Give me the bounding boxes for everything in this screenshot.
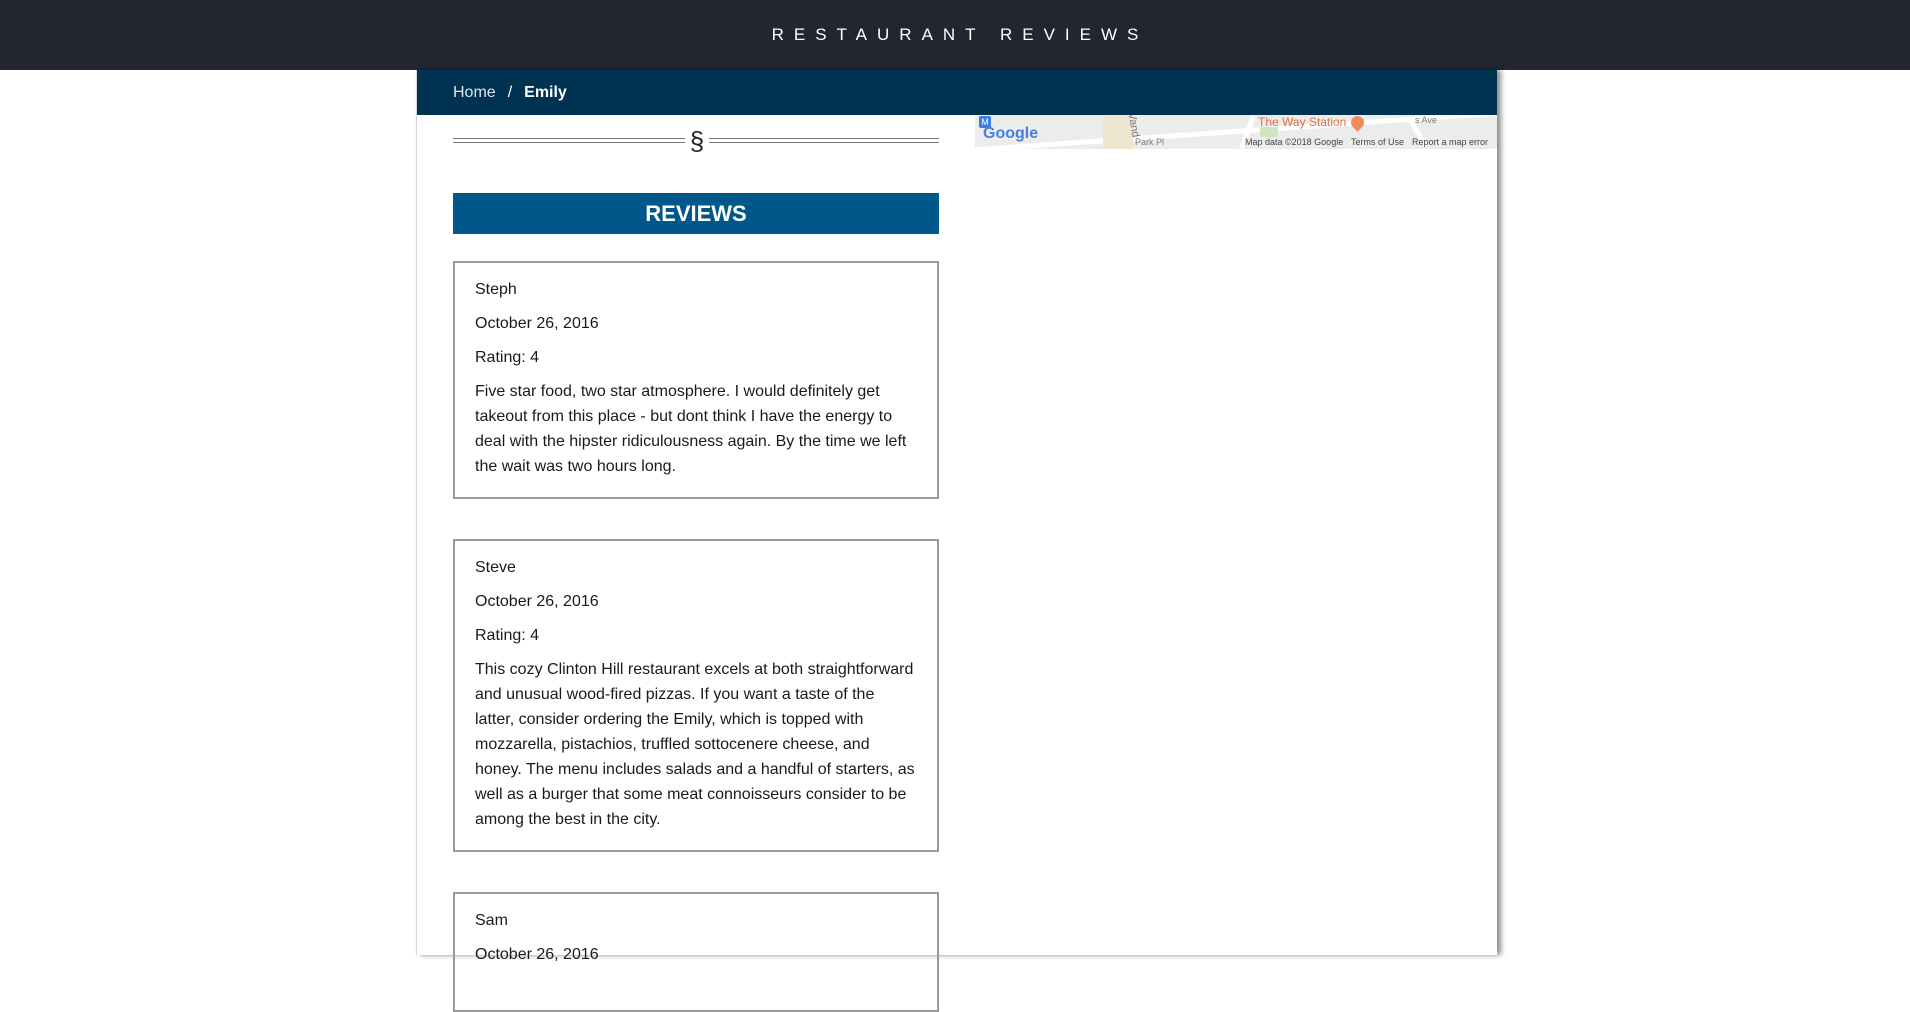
review-date: October 26, 2016 (475, 593, 599, 610)
map-poi-label[interactable]: The Way Station (1258, 115, 1346, 129)
review-author: Sam (475, 912, 508, 929)
review-comments: Five star food, two star atmosphere. I w… (475, 383, 907, 475)
map-street-label: s Ave (1415, 115, 1437, 125)
site-header: RESTAURANT REVIEWS (0, 0, 1910, 70)
review-date: October 26, 2016 (475, 315, 599, 332)
map-street-label: Park Pl (1135, 137, 1165, 147)
google-logo: Google (983, 125, 1039, 142)
review-comments: This cozy Clinton Hill restaurant excels… (475, 661, 915, 828)
review-card: Steph October 26, 2016 Rating: 4 Five st… (453, 261, 939, 499)
review-rating: Rating: 4 (475, 627, 540, 644)
site-title[interactable]: RESTAURANT REVIEWS (762, 25, 1149, 45)
map-tiles[interactable]: Vand Park Pl s Ave The Way Station M Goo… (975, 115, 1497, 153)
review-card: Steve October 26, 2016 Rating: 4 This co… (453, 539, 939, 852)
breadcrumb-home-link[interactable]: Home (453, 84, 496, 102)
breadcrumb-current: Emily (524, 83, 567, 101)
map-pin-icon[interactable] (1348, 115, 1367, 132)
map-attribution: Map data ©2018 Google (1245, 137, 1344, 147)
breadcrumb-separator: / (507, 83, 513, 101)
section-symbol-icon: § (689, 126, 705, 156)
reviews-heading: REVIEWS (453, 193, 939, 234)
divider-line (453, 138, 685, 143)
map-report-link[interactable]: Report a map error (1412, 137, 1488, 147)
map-terms-link[interactable]: Terms of Use (1351, 137, 1404, 147)
map[interactable]: Vand Park Pl s Ave The Way Station M Goo… (975, 115, 1497, 219)
review-author: Steph (475, 281, 517, 298)
review-author: Steve (475, 559, 516, 576)
review-rating: Rating: 4 (475, 349, 540, 366)
main-container: Home / Emily Vand Park Pl s Ave The Way … (416, 70, 1497, 1012)
section-divider: § (453, 126, 939, 156)
review-card: Sam October 26, 2016 (453, 892, 939, 1012)
breadcrumb: Home / Emily (417, 70, 1497, 115)
divider-line (709, 138, 939, 143)
